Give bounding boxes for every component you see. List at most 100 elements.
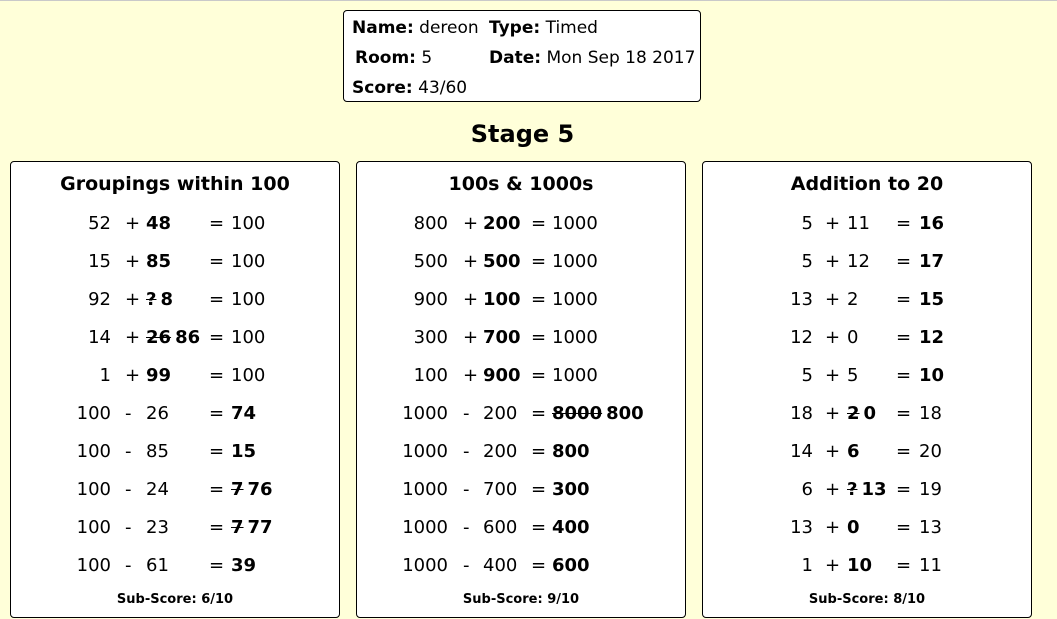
operand-b: 26 86 — [146, 327, 200, 348]
operand-b: 11 — [847, 213, 870, 234]
operand-b: 600 — [483, 517, 517, 538]
result: 20 — [919, 441, 942, 462]
result-value: 19 — [919, 479, 942, 500]
equals-sign: = — [896, 479, 912, 500]
result-value: 76 — [247, 479, 273, 500]
problem-row: 900 +100 = 1000 — [357, 289, 685, 313]
result-value: 400 — [552, 517, 590, 538]
result-value: 600 — [552, 555, 590, 576]
operator: - — [125, 479, 132, 500]
result: 18 — [919, 403, 942, 424]
result: 100 — [231, 365, 265, 386]
wrong-answer: 26 — [146, 327, 172, 348]
operand-b: 0 — [847, 327, 858, 348]
problem-row: 100-61 = 39 — [11, 555, 339, 579]
operand-b-value: 85 — [146, 251, 172, 272]
operand-a: 1000 — [402, 555, 448, 576]
operand-b: 12 — [847, 251, 870, 272]
operand-b-value: 6 — [847, 441, 860, 462]
equals-sign: = — [209, 327, 225, 348]
operand-b-value: 200 — [483, 403, 518, 424]
result-value: 100 — [231, 289, 266, 310]
operand-b-value: 200 — [483, 213, 521, 234]
operand-b-value: 0 — [863, 403, 877, 424]
operand-a: 900 — [413, 289, 448, 310]
equals-sign: = — [209, 365, 225, 386]
equals-sign: = — [896, 289, 912, 310]
problem-row: 52 +48 = 100 — [11, 213, 339, 237]
operand-b-value: 0 — [847, 517, 860, 538]
result-value: 800 — [552, 441, 590, 462]
result-value: 16 — [919, 213, 945, 234]
operand-b: ? 13 — [847, 479, 887, 500]
operand-b: 26 — [146, 403, 169, 424]
result-value: 100 — [231, 251, 266, 272]
operand-b-value: 24 — [146, 479, 169, 500]
sub-score: Sub-Score: 8/10 — [808, 592, 926, 607]
room-value: 5 — [421, 48, 433, 68]
sub-score: Sub-Score: 6/10 — [116, 592, 234, 607]
operand-b-value: 99 — [146, 365, 172, 386]
result: 800 — [552, 441, 590, 462]
operator: + — [463, 365, 479, 386]
result: 10 — [919, 365, 944, 386]
equals-sign: = — [531, 403, 547, 424]
operator: + — [125, 289, 141, 310]
equals-sign: = — [896, 555, 912, 576]
result-value: 74 — [231, 403, 257, 424]
operand-b-value: 85 — [146, 441, 169, 462]
problem-row: 5 +11 = 16 — [703, 213, 1031, 237]
equals-sign: = — [531, 327, 547, 348]
operand-a: 1000 — [402, 517, 448, 538]
operand-a: 52 — [88, 213, 111, 234]
sub-score: Sub-Score: 9/10 — [462, 592, 580, 607]
result: 100 — [231, 289, 265, 310]
operand-b-value: 100 — [483, 289, 521, 310]
result-value: 1000 — [552, 327, 598, 348]
problem-row: 500 +500 = 1000 — [357, 251, 685, 275]
result: 19 — [919, 479, 942, 500]
problem-row: 13 +2 = 15 — [703, 289, 1031, 313]
problem-row: 5 +5 = 10 — [703, 365, 1031, 389]
operand-b: ? 8 — [146, 289, 173, 310]
problem-row: 6 +? 13 = 19 — [703, 479, 1031, 503]
operator: - — [125, 403, 132, 424]
operator: + — [825, 441, 841, 462]
result-value: 15 — [919, 289, 945, 310]
result-value: 300 — [552, 479, 590, 500]
operand-b-value: 8 — [160, 289, 173, 310]
problem-row: 800 +200 = 1000 — [357, 213, 685, 237]
operand-a: 15 — [88, 251, 111, 272]
equals-sign: = — [209, 441, 225, 462]
operator: - — [463, 403, 470, 424]
result: 7 77 — [231, 517, 273, 538]
result-value: 100 — [231, 365, 266, 386]
operand-b-value: 600 — [483, 517, 518, 538]
operand-a: 5 — [801, 251, 813, 272]
equals-sign: = — [896, 327, 912, 348]
operand-b-value: 13 — [861, 479, 887, 500]
operator: - — [463, 555, 470, 576]
equals-sign: = — [531, 441, 547, 462]
operand-b: 200 — [483, 441, 517, 462]
operand-b-value: 700 — [483, 327, 521, 348]
problem-row: 1000-600 = 400 — [357, 517, 685, 541]
name-value: dereon — [419, 18, 479, 38]
result-value: 10 — [919, 365, 945, 386]
operand-b-value: 86 — [175, 327, 201, 348]
result-value: 13 — [919, 517, 942, 538]
equals-sign: = — [896, 213, 912, 234]
problem-row: 14 +26 86 = 100 — [11, 327, 339, 351]
panel-addition-to-20: Addition to 20 5 +11 = 16 5 +12 = 17 13 +2 = 15 12 +0… — [702, 161, 1032, 618]
operand-b-value: 0 — [847, 327, 859, 348]
operand-a: 800 — [413, 213, 448, 234]
result-value: 800 — [606, 403, 644, 424]
result-value: 100 — [231, 213, 266, 234]
operator: + — [463, 213, 479, 234]
panel-100s-and-1000s: 100s & 1000s 800 +200 = 1000 500 +500 = 1000 900… — [356, 161, 686, 618]
type-value: Timed — [545, 18, 598, 38]
problem-row: 100-85 = 15 — [11, 441, 339, 465]
equals-sign: = — [531, 289, 547, 310]
result: 300 — [552, 479, 590, 500]
operand-a: 1000 — [402, 479, 448, 500]
